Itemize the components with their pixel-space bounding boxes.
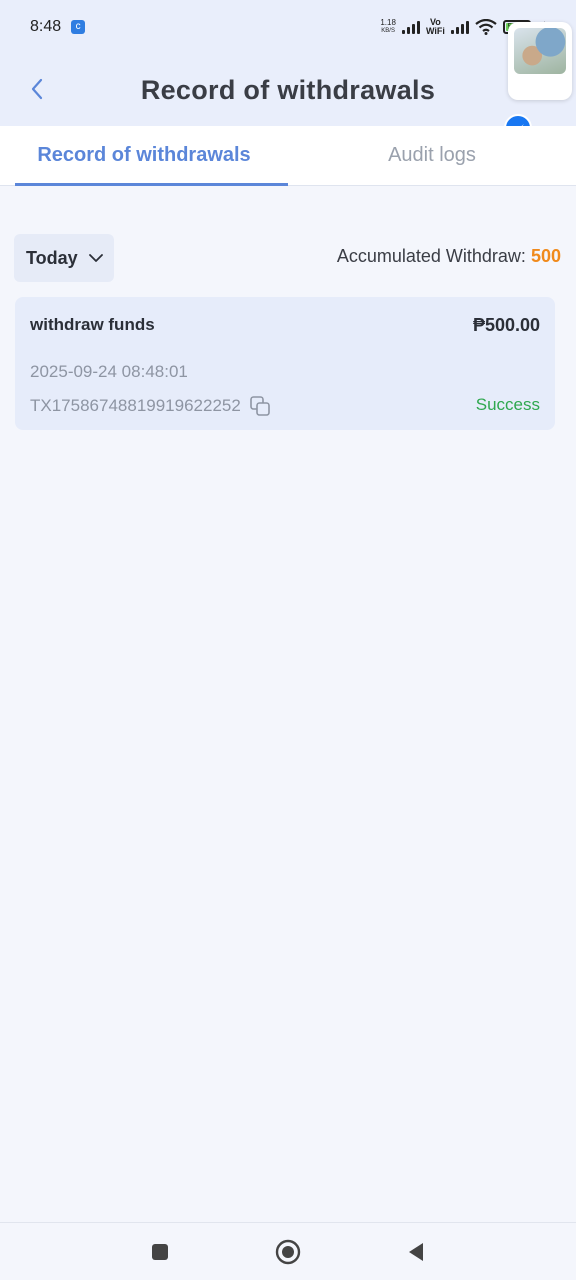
circle-icon <box>275 1239 301 1264</box>
page-title: Record of withdrawals <box>140 74 436 105</box>
record-amount: ₱500.00 <box>472 315 540 335</box>
square-icon <box>152 1243 168 1260</box>
date-filter-label: Today <box>26 247 78 268</box>
accumulated-withdraw-value: 500 <box>530 246 561 266</box>
cell-signal-icon <box>401 20 420 34</box>
status-bar: 8:48 c 1.18 KB/S Vo WiFi 57 ⚡ <box>0 0 576 54</box>
wifi-icon <box>475 19 497 35</box>
back-button[interactable] <box>22 74 52 104</box>
tab-audit-logs[interactable]: Audit logs <box>288 126 576 185</box>
vowifi-indicator: Vo WiFi <box>426 18 445 36</box>
triangle-left-icon <box>409 1242 423 1261</box>
system-navigation-bar <box>0 1222 576 1280</box>
record-datetime: 2025-09-24 08:48:01 <box>30 362 188 381</box>
app-notification-icon: c <box>71 20 86 34</box>
chevron-down-icon <box>88 254 103 262</box>
recents-button[interactable] <box>146 1238 174 1266</box>
network-speed: 1.18 KB/S <box>380 19 396 35</box>
cell-signal-2-icon <box>450 20 469 34</box>
accumulated-withdraw-label: Accumulated Withdraw: <box>336 246 526 266</box>
network-speed-unit: KB/S <box>381 28 395 34</box>
network-speed-value: 1.18 <box>380 18 396 27</box>
record-status: Success <box>475 395 540 414</box>
tab-record-of-withdrawals[interactable]: Record of withdrawals <box>0 126 288 186</box>
record-transaction-id-text: TX17586748819919622252 <box>30 396 241 415</box>
withdrawal-record-card[interactable]: withdraw funds ₱500.00 2025-09-24 08:48:… <box>15 297 555 430</box>
chat-head-avatar <box>514 28 566 74</box>
tab-bar: Record of withdrawals Audit logs <box>0 126 576 186</box>
app-header: Record of withdrawals <box>0 54 576 126</box>
record-title: withdraw funds <box>30 315 155 334</box>
date-filter-dropdown[interactable]: Today <box>14 234 114 282</box>
record-transaction-id: TX17586748819919622252 <box>30 395 271 417</box>
accumulated-withdraw: Accumulated Withdraw: 500 <box>337 246 561 267</box>
back-nav-button[interactable] <box>402 1238 430 1266</box>
chat-head-bubble[interactable] <box>508 22 572 100</box>
copy-icon[interactable] <box>249 395 271 417</box>
status-time: 8:48 <box>30 18 62 35</box>
home-button[interactable] <box>274 1238 302 1266</box>
vowifi-bottom: WiFi <box>425 26 445 36</box>
chevron-left-icon <box>31 78 43 100</box>
